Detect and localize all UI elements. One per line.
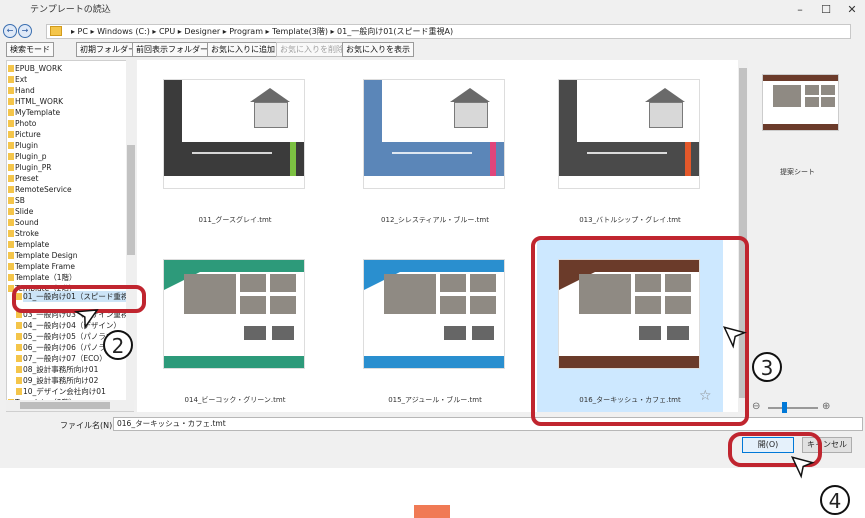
show-favorites-button[interactable]: お気に入りを表示: [342, 42, 414, 57]
search-mode-button[interactable]: 検索モード: [6, 42, 54, 57]
tree-item[interactable]: EPUB_WORK: [7, 63, 62, 74]
template-tile[interactable]: 012_シレスティアル・ブルー.tmt: [342, 60, 528, 232]
tree-item[interactable]: Preset: [7, 173, 38, 184]
template-filename: 012_シレスティアル・ブルー.tmt: [381, 216, 489, 224]
tree-item[interactable]: Stroke: [8, 228, 39, 239]
filename-input[interactable]: 016_ターキッシュ・カフェ.tmt: [113, 417, 863, 431]
template-thumbnail: [364, 80, 504, 188]
template-filename: 013_バトルシップ・グレイ.tmt: [579, 216, 681, 224]
template-thumbnail: [559, 80, 699, 188]
tree-item[interactable]: Template Design: [8, 250, 78, 261]
template-thumbnail: [164, 80, 304, 188]
template-filename: 011_グースグレイ.tmt: [198, 216, 272, 224]
orange-tab: [414, 505, 450, 518]
tree-item[interactable]: HTML_WORK: [7, 96, 63, 107]
maximize-button[interactable]: ☐: [814, 0, 838, 20]
template-filename: 015_アジュール・ブルー.tmt: [388, 396, 482, 404]
step-number: 3: [752, 352, 782, 382]
template-tile[interactable]: 011_グースグレイ.tmt: [142, 60, 328, 232]
template-tile[interactable]: 014_ビーコック・グリーン.tmt: [142, 240, 328, 412]
tree-item[interactable]: Slide: [7, 206, 33, 217]
tree-item[interactable]: 08_設計事務所向け01: [15, 364, 98, 375]
preview-thumbnail: [763, 75, 838, 130]
template-tile[interactable]: 013_バトルシップ・グレイ.tmt: [537, 60, 723, 232]
house-icon: [639, 88, 685, 128]
initial-folder-button[interactable]: 初期フォルダー: [76, 42, 140, 57]
template-thumbnail: [164, 260, 304, 368]
window-title: テンプレートの読込: [30, 5, 111, 15]
tree-item[interactable]: Template Frame: [8, 261, 75, 272]
tree-item[interactable]: 07_一般向け07（ECO）: [16, 353, 107, 364]
tree-item[interactable]: Plugin_p: [7, 151, 46, 162]
filename-label: ファイル名(N):: [60, 421, 115, 430]
template-thumbnail: [364, 260, 504, 368]
zoom-slider[interactable]: ⊖ ⊕: [752, 400, 842, 414]
minimize-button[interactable]: –: [788, 0, 812, 20]
folder-icon: [50, 26, 62, 36]
add-favorite-button[interactable]: お気に入りに追加: [207, 42, 279, 57]
house-icon: [244, 88, 290, 128]
back-arrow-icon[interactable]: ←: [3, 24, 17, 38]
house-icon: [444, 88, 490, 128]
forward-arrow-icon[interactable]: →: [18, 24, 32, 38]
tree-scroll-thumb[interactable]: [127, 145, 135, 255]
tree-item[interactable]: Photo: [7, 118, 36, 129]
tree-item[interactable]: Template（1階）: [8, 272, 77, 283]
template-tile[interactable]: 015_アジュール・ブルー.tmt: [342, 240, 528, 412]
zoom-out-icon[interactable]: ⊖: [752, 401, 760, 412]
template-filename: 014_ビーコック・グリーン.tmt: [184, 396, 286, 404]
close-button[interactable]: ✕: [840, 0, 864, 20]
tree-item[interactable]: Plugin: [8, 140, 38, 151]
remove-favorite-button: お気に入りを削除: [276, 42, 348, 57]
tree-item[interactable]: Picture: [8, 129, 41, 140]
previous-folder-button[interactable]: 前回表示フォルダー: [132, 42, 212, 57]
tree-item[interactable]: 09_設計事務所向け02: [15, 375, 98, 386]
zoom-in-icon[interactable]: ⊕: [822, 401, 830, 412]
tree-item[interactable]: Sound: [8, 217, 39, 228]
preview-label: 提案シート: [780, 168, 815, 176]
tree-hscroll-thumb[interactable]: [20, 402, 110, 409]
tree-item[interactable]: Hand: [8, 85, 35, 96]
tree-item[interactable]: 04_一般向け04（デザイン）: [16, 320, 121, 331]
tree-item[interactable]: 10_デザイン会社向け01: [16, 386, 106, 397]
address-bar[interactable]: ▸ PC ▸ Windows (C:) ▸ CPU ▸ Designer ▸ P…: [46, 24, 851, 39]
tree-item[interactable]: SB: [8, 195, 25, 206]
step-number: 4: [820, 485, 850, 515]
step-number: 2: [103, 330, 133, 360]
tree-item[interactable]: Ext: [7, 74, 27, 85]
tree-item[interactable]: Plugin_PR: [7, 162, 51, 173]
tree-item[interactable]: RemoteService: [8, 184, 72, 195]
tree-item[interactable]: MyTemplate: [7, 107, 60, 118]
highlight-template: [531, 236, 749, 426]
tree-item[interactable]: Template: [7, 239, 49, 250]
